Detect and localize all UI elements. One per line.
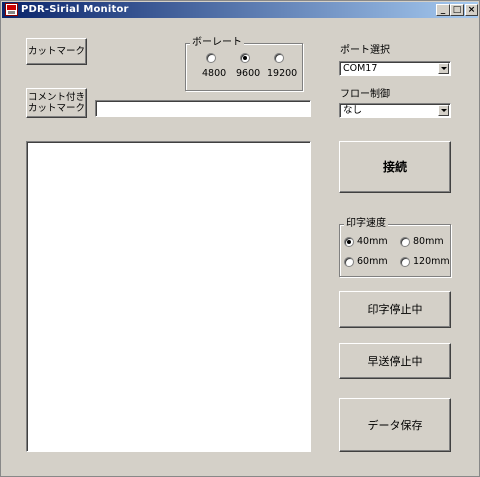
baud-rate-group xyxy=(185,43,303,91)
app-icon[interactable] xyxy=(5,3,18,16)
baud-4800-label: 4800 xyxy=(202,68,227,79)
speed-80mm-label: 80mm xyxy=(413,236,444,247)
feed-stop-label: 早送停止中 xyxy=(367,354,423,368)
speed-40mm-radio[interactable] xyxy=(344,237,354,247)
speed-60mm-label: 60mm xyxy=(357,256,388,267)
connect-button[interactable]: 接続 xyxy=(339,141,451,193)
maximize-button[interactable]: □ xyxy=(450,4,464,16)
print-stop-button[interactable]: 印字停止中 xyxy=(339,291,451,328)
title-bar[interactable]: PDR-Sirial Monitor _ □ × xyxy=(2,2,478,18)
speed-80mm-radio[interactable] xyxy=(400,237,410,247)
baud-19200-label: 19200 xyxy=(267,68,298,79)
baud-rate-label: ボーレート xyxy=(190,37,244,49)
port-select-label: ポート選択 xyxy=(340,45,390,56)
port-dropdown-icon[interactable] xyxy=(438,63,449,74)
print-speed-group xyxy=(339,224,451,277)
comment-cut-mark-button[interactable]: コメント付き カットマーク xyxy=(26,88,87,118)
comment-cut-mark-label-line2: カットマーク xyxy=(27,103,85,114)
speed-40mm-label: 40mm xyxy=(357,236,388,247)
cut-mark-label: カットマーク xyxy=(27,46,85,57)
speed-120mm-radio[interactable] xyxy=(400,257,410,267)
window-title: PDR-Sirial Monitor xyxy=(21,4,129,15)
flow-control-value: なし xyxy=(343,105,363,116)
baud-9600-radio[interactable] xyxy=(240,53,250,63)
speed-60mm-radio[interactable] xyxy=(344,257,354,267)
cut-mark-button[interactable]: カットマーク xyxy=(26,38,87,65)
print-stop-label: 印字停止中 xyxy=(367,303,423,316)
print-speed-label: 印字速度 xyxy=(344,218,388,230)
save-data-label: データ保存 xyxy=(367,418,423,432)
speed-120mm-label: 120mm xyxy=(413,256,450,267)
save-data-button[interactable]: データ保存 xyxy=(339,398,451,452)
baud-19200-radio[interactable] xyxy=(274,53,284,63)
baud-9600-label: 9600 xyxy=(236,68,261,79)
monitor-textarea[interactable] xyxy=(26,141,311,452)
feed-stop-button[interactable]: 早送停止中 xyxy=(339,343,451,379)
comment-input[interactable] xyxy=(95,100,311,117)
flow-control-label: フロー制御 xyxy=(340,89,390,100)
close-button[interactable]: × xyxy=(465,4,478,16)
minimize-button[interactable]: _ xyxy=(436,4,450,16)
app-window: PDR-Sirial Monitor _ □ × カットマーク コメント付き カ… xyxy=(0,0,480,477)
connect-label: 接続 xyxy=(382,159,407,174)
port-select[interactable]: COM17 xyxy=(339,61,451,76)
comment-cut-mark-label-line1: コメント付き xyxy=(27,92,85,103)
flow-control-dropdown-icon[interactable] xyxy=(438,105,449,116)
port-select-value: COM17 xyxy=(343,63,378,74)
flow-control-select[interactable]: なし xyxy=(339,103,451,118)
baud-4800-radio[interactable] xyxy=(206,53,216,63)
